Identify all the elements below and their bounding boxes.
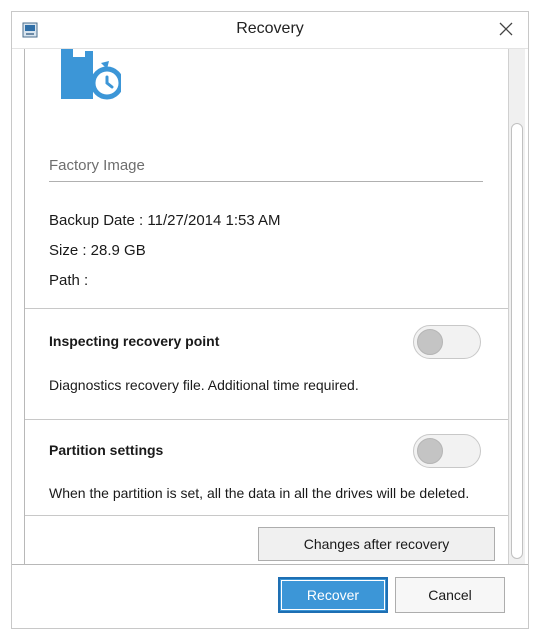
recover-button[interactable]: Recover <box>278 577 388 613</box>
divider <box>25 515 508 516</box>
close-button[interactable] <box>492 16 520 42</box>
recovery-window: Recovery Factory Image Backup Date : 11/… <box>11 11 529 629</box>
partition-settings-title: Partition settings <box>49 442 164 458</box>
changes-after-recovery-button[interactable]: Changes after recovery <box>258 527 495 561</box>
window-title: Recovery <box>236 20 304 37</box>
backup-path: Path : <box>49 272 89 289</box>
divider <box>25 419 508 420</box>
toggle-knob <box>417 438 443 464</box>
backup-date: Backup Date : 11/27/2014 1:53 AM <box>49 212 281 229</box>
inspecting-recovery-title: Inspecting recovery point <box>49 333 220 349</box>
scrollbar-thumb[interactable] <box>511 123 523 559</box>
inspecting-recovery-toggle[interactable] <box>413 325 481 359</box>
partition-settings-description: When the partition is set, all the data … <box>49 485 470 501</box>
toggle-knob <box>417 329 443 355</box>
divider <box>49 181 483 182</box>
backup-size: Size : 28.9 GB <box>49 242 146 259</box>
scrollbar[interactable] <box>509 49 525 564</box>
dialog-footer: Recover Cancel <box>12 564 528 629</box>
divider <box>25 308 508 309</box>
content-panel: Factory Image Backup Date : 11/27/2014 1… <box>24 49 509 564</box>
cancel-button[interactable]: Cancel <box>395 577 505 613</box>
title-bar: Recovery <box>12 12 528 49</box>
inspecting-recovery-description: Diagnostics recovery file. Additional ti… <box>49 377 359 393</box>
drive-restore-icon <box>61 49 121 100</box>
image-name: Factory Image <box>49 157 145 174</box>
close-icon <box>499 22 513 36</box>
partition-settings-toggle[interactable] <box>413 434 481 468</box>
